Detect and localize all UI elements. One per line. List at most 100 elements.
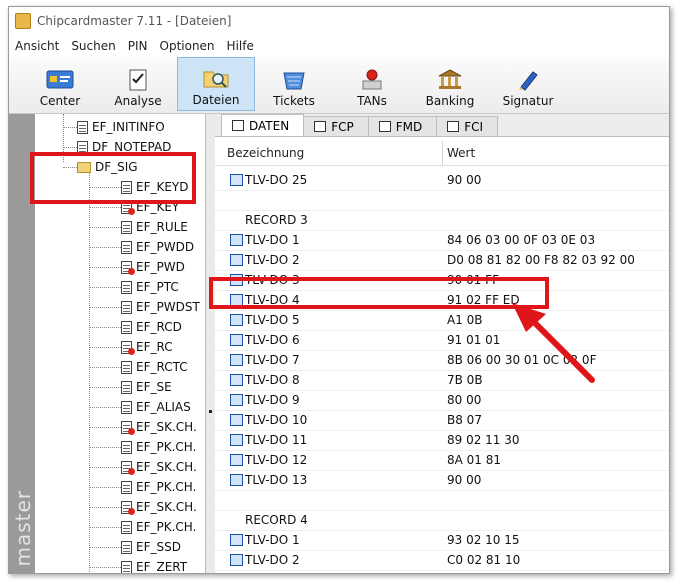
tab-fcp[interactable]: FCP — [303, 116, 369, 136]
tree-item[interactable]: EF_PTC — [121, 277, 179, 297]
table-row[interactable]: TLV-DO 10 B8 07 — [215, 410, 669, 431]
tlv-object-icon — [230, 354, 243, 366]
table-row[interactable]: TLV-DO 7 8B 06 00 30 01 0C 02 0F — [215, 350, 669, 371]
file-icon — [121, 440, 132, 454]
table-row[interactable]: TLV-DO 5 A1 0B — [215, 310, 669, 331]
blank-row — [215, 190, 669, 211]
tree-guide-line — [89, 287, 121, 288]
toolbar-analyse-button[interactable]: Analyse — [99, 57, 177, 111]
tree-item[interactable]: EF_PK.CH. — [121, 517, 196, 537]
file-icon — [121, 240, 132, 254]
toolbar-center-button[interactable]: Center — [21, 57, 99, 111]
tab-daten[interactable]: DATEN — [221, 114, 305, 136]
tlv-name-label: TLV-DO 3 — [245, 573, 300, 574]
menu-optionen[interactable]: Optionen — [154, 39, 221, 53]
tlv-value: 93 02 10 15 — [447, 533, 520, 547]
table-row[interactable]: TLV-DO 3 90 00 — [215, 570, 669, 574]
tree-item[interactable]: EF_PWDD — [121, 237, 194, 257]
tab-fci[interactable]: FCI — [436, 116, 499, 136]
table-row[interactable]: TLV-DO 9 80 00 — [215, 390, 669, 411]
column-wert[interactable]: Wert — [447, 146, 475, 160]
tree-item[interactable]: EF_SK.CH. — [121, 457, 197, 477]
tlv-name-label: TLV-DO 1 — [245, 533, 300, 547]
toolbar-label: Analyse — [114, 94, 162, 108]
pane-splitter[interactable] — [206, 114, 215, 573]
tree-guide-line — [89, 327, 121, 328]
menu-hilfe[interactable]: Hilfe — [221, 39, 260, 53]
tlv-value: 7B 0B — [447, 373, 483, 387]
menu-suchen[interactable]: Suchen — [65, 39, 121, 53]
toolbar-label: Tickets — [273, 94, 315, 108]
tlv-name: TLV-DO 13 — [230, 473, 307, 487]
tlv-value: 90 00 — [447, 473, 482, 487]
tlv-name: TLV-DO 6 — [230, 333, 300, 347]
tlv-value: 89 02 11 30 — [447, 433, 520, 447]
tree-item[interactable]: EF_ALIAS — [121, 397, 191, 417]
toolbar-signatur-button[interactable]: Signatur — [489, 57, 567, 111]
file-icon — [121, 300, 132, 314]
tlv-name: TLV-DO 2 — [230, 553, 300, 567]
tree-item[interactable]: EF_SK.CH. — [121, 497, 197, 517]
highlight-box-tlv-do-4 — [209, 277, 549, 309]
file-icon — [121, 220, 132, 234]
tans-icon — [362, 69, 382, 90]
tree-item[interactable]: EF_INITINFO — [77, 117, 165, 137]
tree-item[interactable]: EF_SK.CH. — [121, 417, 197, 437]
menu-bar: Ansicht Suchen PIN Optionen Hilfe — [9, 35, 669, 57]
toolbar-dateien-button[interactable]: Dateien — [177, 57, 255, 111]
table-row[interactable]: TLV-DO 25 90 00 — [215, 170, 669, 191]
tlv-name-label: TLV-DO 8 — [245, 373, 300, 387]
table-row[interactable]: TLV-DO 11 89 02 11 30 — [215, 430, 669, 451]
tree-guide-line — [89, 267, 121, 268]
tab-label: FMD — [395, 119, 423, 134]
column-separator[interactable] — [442, 141, 443, 165]
toolbar-label: Banking — [425, 94, 475, 108]
tree-guide-line — [63, 127, 77, 128]
tree-item[interactable]: EF_RCD — [121, 317, 182, 337]
table-row[interactable]: TLV-DO 1 84 06 03 00 0F 03 0E 03 — [215, 230, 669, 251]
table-row[interactable]: TLV-DO 13 90 00 — [215, 470, 669, 491]
tlv-name: TLV-DO 5 — [230, 313, 300, 327]
toolbar-tans-button[interactable]: TANs — [333, 57, 411, 111]
tlv-object-icon — [230, 334, 243, 346]
tree-item[interactable]: EF_ZERT — [121, 557, 187, 573]
tlv-name-label: TLV-DO 11 — [245, 433, 308, 447]
tree-item[interactable]: EF_SSD — [121, 537, 181, 557]
toolbar-banking-button[interactable]: Banking — [411, 57, 489, 111]
menu-ansicht[interactable]: Ansicht — [9, 39, 65, 53]
file-locked-icon — [121, 500, 135, 515]
tlv-object-icon — [230, 434, 243, 446]
tree-guide-line — [89, 487, 121, 488]
tree-item[interactable]: EF_RULE — [121, 217, 188, 237]
file-icon — [121, 520, 132, 534]
record-label: RECORD 4 — [245, 513, 308, 527]
tree-item-label: EF_SK.CH. — [136, 460, 197, 474]
tlv-name-label: TLV-DO 10 — [245, 413, 308, 427]
toolbar-tickets-button[interactable]: Tickets — [255, 57, 333, 111]
tree-item-label: EF_SE — [136, 380, 172, 394]
tree-item[interactable]: EF_PWDST — [121, 297, 200, 317]
file-icon — [121, 480, 132, 494]
column-bezeichnung[interactable]: Bezeichnung — [227, 146, 304, 160]
tab-fmd[interactable]: FMD — [367, 116, 438, 136]
tree-item[interactable]: EF_RC — [121, 337, 173, 357]
table-row[interactable]: TLV-DO 6 91 01 01 — [215, 330, 669, 351]
menu-pin[interactable]: PIN — [122, 39, 154, 53]
tree-item[interactable]: EF_PK.CH. — [121, 477, 196, 497]
tlv-object-icon — [230, 474, 243, 486]
tickets-icon — [283, 72, 305, 90]
table-row[interactable]: TLV-DO 1 93 02 10 15 — [215, 530, 669, 551]
table-row[interactable]: TLV-DO 8 7B 0B — [215, 370, 669, 391]
table-row[interactable]: TLV-DO 12 8A 01 81 — [215, 450, 669, 471]
file-icon — [121, 560, 132, 573]
table-row[interactable]: TLV-DO 2 C0 02 81 10 — [215, 550, 669, 571]
file-locked-icon — [121, 460, 135, 475]
table-row[interactable]: TLV-DO 2 D0 08 81 82 00 F8 82 03 92 00 — [215, 250, 669, 271]
tree-item[interactable]: EF_PWD — [121, 257, 185, 277]
tree-item[interactable]: EF_SE — [121, 377, 172, 397]
app-logo-icon — [15, 13, 31, 29]
tlv-name: TLV-DO 10 — [230, 413, 307, 427]
tree-item[interactable]: EF_PK.CH. — [121, 437, 196, 457]
content-pane: DATEN FCP FMD FCI Bezeichnung Wert TLV-D… — [215, 114, 669, 573]
tree-item[interactable]: EF_RCTC — [121, 357, 188, 377]
